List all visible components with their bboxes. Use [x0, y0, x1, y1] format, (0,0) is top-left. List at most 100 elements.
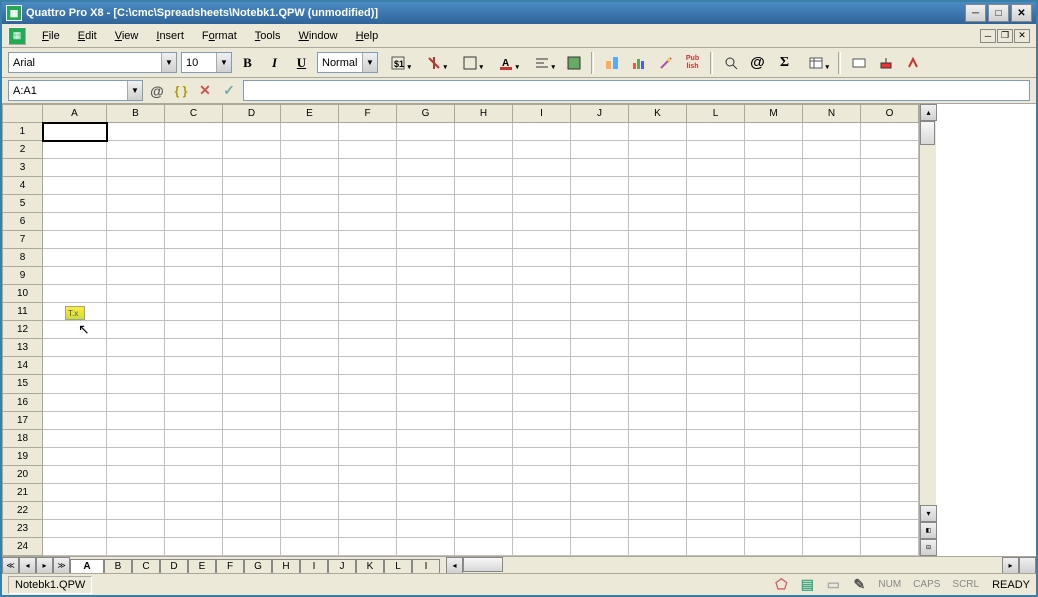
cell-C23[interactable] [165, 519, 223, 537]
cell-M12[interactable] [745, 321, 803, 339]
cell-N17[interactable] [803, 411, 861, 429]
cell-G17[interactable] [397, 411, 455, 429]
mdi-restore-button[interactable]: ❐ [997, 29, 1013, 43]
menu-insert[interactable]: Insert [148, 28, 192, 44]
column-header-A[interactable]: A [43, 105, 107, 123]
cell-A24[interactable] [43, 537, 107, 555]
cell-I4[interactable] [513, 177, 571, 195]
cell-H4[interactable] [455, 177, 513, 195]
scroll-right-button[interactable]: ▸ [1002, 557, 1019, 573]
cell-K24[interactable] [629, 537, 687, 555]
cell-A6[interactable] [43, 213, 107, 231]
cell-B6[interactable] [107, 213, 165, 231]
cell-M20[interactable] [745, 465, 803, 483]
menu-format[interactable]: Format [194, 28, 245, 44]
column-header-N[interactable]: N [803, 105, 861, 123]
cell-O4[interactable] [861, 177, 919, 195]
cell-B5[interactable] [107, 195, 165, 213]
cell-L19[interactable] [687, 447, 745, 465]
cell-M1[interactable] [745, 123, 803, 141]
cell-C20[interactable] [165, 465, 223, 483]
cell-O17[interactable] [861, 411, 919, 429]
cell-O18[interactable] [861, 429, 919, 447]
cell-C8[interactable] [165, 249, 223, 267]
cell-E10[interactable] [281, 285, 339, 303]
cell-O22[interactable] [861, 501, 919, 519]
column-header-B[interactable]: B [107, 105, 165, 123]
column-header-H[interactable]: H [455, 105, 513, 123]
cell-M5[interactable] [745, 195, 803, 213]
resize-corner[interactable] [1019, 557, 1036, 573]
cell-G10[interactable] [397, 285, 455, 303]
insert-button[interactable] [600, 51, 623, 74]
cell-F22[interactable] [339, 501, 397, 519]
cell-J19[interactable] [571, 447, 629, 465]
sheet-tab-C[interactable]: C [132, 559, 160, 574]
select-all-corner[interactable] [3, 105, 43, 123]
cell-G13[interactable] [397, 339, 455, 357]
cell-O14[interactable] [861, 357, 919, 375]
split-button-v[interactable]: ⊟ [920, 539, 937, 556]
cell-K2[interactable] [629, 141, 687, 159]
cell-E24[interactable] [281, 537, 339, 555]
row-header-23[interactable]: 23 [3, 519, 43, 537]
chart-button[interactable] [627, 51, 650, 74]
cell-B23[interactable] [107, 519, 165, 537]
cell-I18[interactable] [513, 429, 571, 447]
cell-D8[interactable] [223, 249, 281, 267]
row-header-22[interactable]: 22 [3, 501, 43, 519]
row-header-13[interactable]: 13 [3, 339, 43, 357]
cell-O6[interactable] [861, 213, 919, 231]
row-header-5[interactable]: 5 [3, 195, 43, 213]
mdi-close-button[interactable]: ✕ [1014, 29, 1030, 43]
row-header-1[interactable]: 1 [3, 123, 43, 141]
hscroll-thumb[interactable] [463, 557, 503, 572]
cell-J5[interactable] [571, 195, 629, 213]
cell-C12[interactable] [165, 321, 223, 339]
cell-G2[interactable] [397, 141, 455, 159]
align-button[interactable] [526, 51, 558, 74]
row-header-15[interactable]: 15 [3, 375, 43, 393]
cell-N6[interactable] [803, 213, 861, 231]
cell-B8[interactable] [107, 249, 165, 267]
row-header-21[interactable]: 21 [3, 483, 43, 501]
cell-K17[interactable] [629, 411, 687, 429]
cell-A20[interactable] [43, 465, 107, 483]
cell-L8[interactable] [687, 249, 745, 267]
cell-K15[interactable] [629, 375, 687, 393]
cell-M13[interactable] [745, 339, 803, 357]
cell-N16[interactable] [803, 393, 861, 411]
cell-H24[interactable] [455, 537, 513, 555]
cell-A9[interactable] [43, 267, 107, 285]
cell-J8[interactable] [571, 249, 629, 267]
cell-I15[interactable] [513, 375, 571, 393]
menu-tools[interactable]: Tools [247, 28, 289, 44]
cell-K10[interactable] [629, 285, 687, 303]
cell-C19[interactable] [165, 447, 223, 465]
cell-G11[interactable] [397, 303, 455, 321]
cell-E5[interactable] [281, 195, 339, 213]
cell-F16[interactable] [339, 393, 397, 411]
cell-M3[interactable] [745, 159, 803, 177]
cell-G6[interactable] [397, 213, 455, 231]
publish-button[interactable]: Publish [681, 51, 704, 74]
cell-L20[interactable] [687, 465, 745, 483]
cell-D20[interactable] [223, 465, 281, 483]
cell-D13[interactable] [223, 339, 281, 357]
cell-K18[interactable] [629, 429, 687, 447]
cell-J12[interactable] [571, 321, 629, 339]
row-header-24[interactable]: 24 [3, 537, 43, 555]
row-header-14[interactable]: 14 [3, 357, 43, 375]
cell-B13[interactable] [107, 339, 165, 357]
cell-A22[interactable] [43, 501, 107, 519]
cell-D22[interactable] [223, 501, 281, 519]
cell-N3[interactable] [803, 159, 861, 177]
cell-E17[interactable] [281, 411, 339, 429]
cell-D7[interactable] [223, 231, 281, 249]
cell-K14[interactable] [629, 357, 687, 375]
cell-N21[interactable] [803, 483, 861, 501]
cell-M6[interactable] [745, 213, 803, 231]
cell-L3[interactable] [687, 159, 745, 177]
menu-file[interactable]: File [34, 28, 68, 44]
grid[interactable]: ABCDEFGHIJKLMNO1234567891011121314151617… [2, 104, 919, 556]
